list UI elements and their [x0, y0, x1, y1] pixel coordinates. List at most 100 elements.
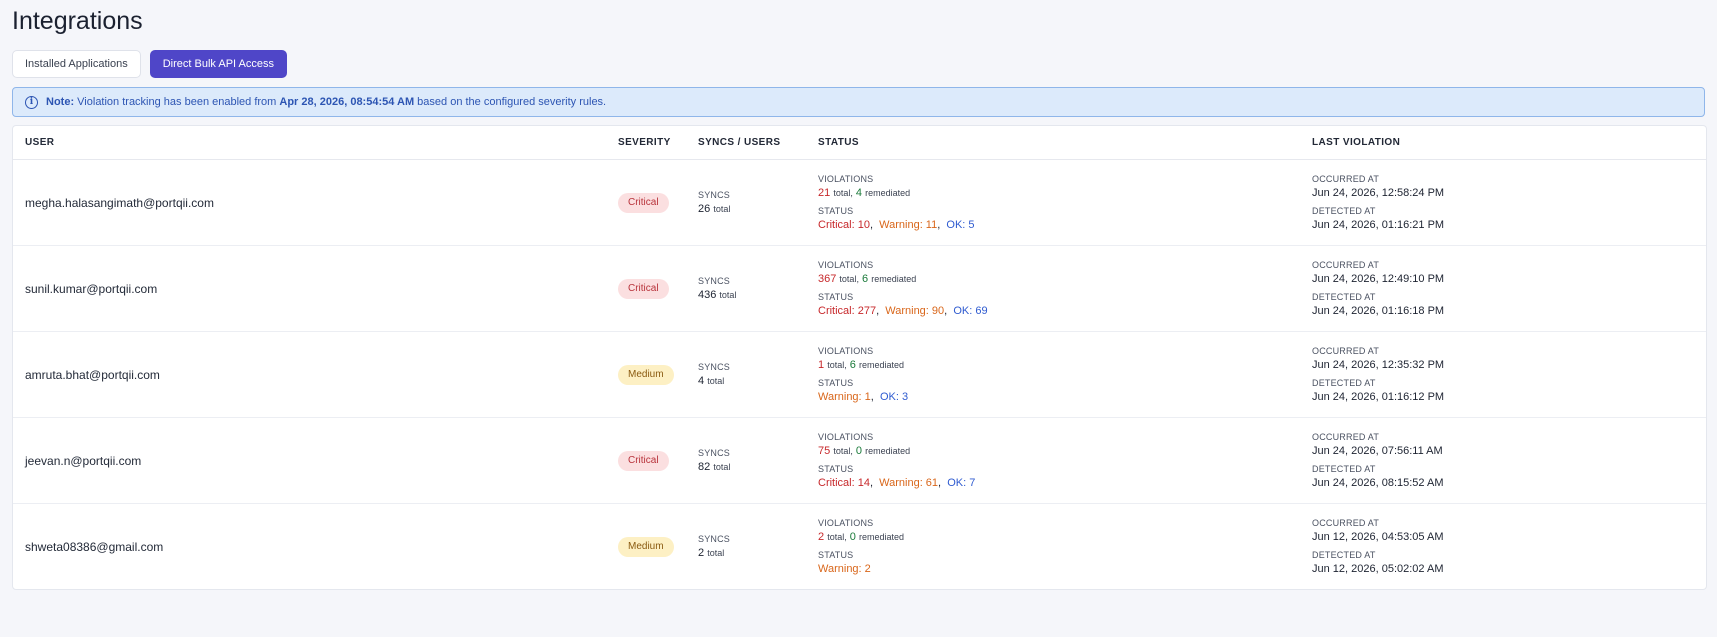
- occurred-at: Jun 24, 2026, 12:49:10 PM: [1312, 273, 1445, 285]
- syncs-cell: SYNCS 436 total: [698, 276, 818, 301]
- syncs-value: 26 total: [698, 203, 818, 215]
- severity-badge: Critical: [618, 193, 669, 213]
- syncs-value: 2 total: [698, 547, 818, 559]
- table-row[interactable]: sunil.kumar@portqii.com Critical SYNCS 4…: [13, 246, 1706, 332]
- violations-count: 75: [818, 445, 831, 457]
- violations-count: 21: [818, 187, 831, 199]
- occurred-label: OCCURRED AT: [1312, 432, 1380, 442]
- status-warning: Warning: 2: [818, 563, 871, 575]
- syncs-label: SYNCS: [698, 362, 731, 372]
- column-severity: SEVERITY: [618, 137, 671, 148]
- remediated-count: 6: [849, 359, 856, 371]
- note-banner: i Note: Violation tracking has been enab…: [12, 87, 1705, 117]
- severity-cell: Critical: [618, 278, 698, 299]
- violations-value: 1 total, 6 remediated: [818, 359, 904, 371]
- syncs-value: 436 total: [698, 289, 818, 301]
- syncs-count: 4: [698, 375, 705, 387]
- status-cell: VIOLATIONS 2 total, 0 remediated STATUS …: [818, 518, 1312, 575]
- severity-badge: Critical: [618, 279, 669, 299]
- status-breakdown: Warning: 1, OK: 3: [818, 391, 1312, 403]
- last-violation-cell: OCCURRED AT Jun 24, 2026, 12:58:24 PM DE…: [1312, 174, 1706, 231]
- detected-label: DETECTED AT: [1312, 206, 1376, 216]
- detected-label: DETECTED AT: [1312, 464, 1376, 474]
- occurred-at: Jun 24, 2026, 12:35:32 PM: [1312, 359, 1445, 371]
- status-block: STATUS Critical: 277, Warning: 90, OK: 6…: [818, 292, 1312, 317]
- syncs-total-label: total: [719, 290, 737, 300]
- remediated-label: remediated: [858, 360, 904, 370]
- detected-at: Jun 12, 2026, 05:02:02 AM: [1312, 563, 1444, 575]
- status-warning: Warning: 11: [879, 219, 938, 231]
- status-cell: VIOLATIONS 367 total, 6 remediated STATU…: [818, 260, 1312, 317]
- severity-badge: Critical: [618, 451, 669, 471]
- severity-badge: Medium: [618, 537, 674, 557]
- violations-block: VIOLATIONS 75 total, 0 remediated: [818, 432, 1312, 457]
- remediated-count: 0: [849, 531, 856, 543]
- occurred-label: OCCURRED AT: [1312, 260, 1380, 270]
- note-prefix: Note:: [46, 96, 75, 108]
- info-icon: i: [25, 95, 38, 109]
- syncs-cell: SYNCS 2 total: [698, 534, 818, 559]
- detected-at: Jun 24, 2026, 01:16:12 PM: [1312, 391, 1445, 403]
- severity-cell: Medium: [618, 536, 698, 557]
- detected-at: Jun 24, 2026, 01:16:21 PM: [1312, 219, 1445, 231]
- page-title: Integrations: [12, 7, 143, 35]
- detected-label: DETECTED AT: [1312, 378, 1376, 388]
- occurred-at: Jun 12, 2026, 04:53:05 AM: [1312, 531, 1444, 543]
- remediated-label: remediated: [871, 274, 917, 284]
- violations-value: 21 total, 4 remediated: [818, 187, 911, 199]
- syncs-label: SYNCS: [698, 448, 731, 458]
- syncs-total-label: total: [713, 462, 731, 472]
- table-row[interactable]: megha.halasangimath@portqii.com Critical…: [13, 160, 1706, 246]
- status-warning: Warning: 90: [885, 305, 945, 317]
- tab-direct-bulk-api-access[interactable]: Direct Bulk API Access: [149, 50, 287, 78]
- syncs-count: 436: [698, 289, 717, 301]
- violations-total-label: total: [839, 274, 857, 284]
- violations-block: VIOLATIONS 21 total, 4 remediated: [818, 174, 1312, 199]
- user-email: sunil.kumar@portqii.com: [25, 281, 158, 296]
- syncs-total-label: total: [707, 376, 725, 386]
- detected-block: DETECTED AT Jun 12, 2026, 05:02:02 AM: [1312, 550, 1706, 575]
- last-violation-cell: OCCURRED AT Jun 12, 2026, 04:53:05 AM DE…: [1312, 518, 1706, 575]
- user-email: amruta.bhat@portqii.com: [25, 367, 160, 382]
- user-email: megha.halasangimath@portqii.com: [25, 195, 214, 210]
- table-body: megha.halasangimath@portqii.com Critical…: [13, 160, 1706, 589]
- violations-label: VIOLATIONS: [818, 174, 874, 184]
- last-violation-cell: OCCURRED AT Jun 24, 2026, 12:35:32 PM DE…: [1312, 346, 1706, 403]
- syncs-label: SYNCS: [698, 276, 731, 286]
- separator: ,: [869, 219, 880, 231]
- table-row[interactable]: amruta.bhat@portqii.com Medium SYNCS 4 t…: [13, 332, 1706, 418]
- syncs-count: 26: [698, 203, 711, 215]
- detected-at: Jun 24, 2026, 08:15:52 AM: [1312, 477, 1444, 489]
- status-block: STATUS Critical: 10, Warning: 11, OK: 5: [818, 206, 1312, 231]
- status-ok: OK: 3: [879, 391, 909, 403]
- occurred-at: Jun 24, 2026, 07:56:11 AM: [1312, 445, 1443, 457]
- status-block: STATUS Warning: 1, OK: 3: [818, 378, 1312, 403]
- detected-block: DETECTED AT Jun 24, 2026, 01:16:21 PM: [1312, 206, 1706, 231]
- violations-block: VIOLATIONS 1 total, 6 remediated: [818, 346, 1312, 371]
- separator: ,: [869, 477, 880, 489]
- syncs-count: 2: [698, 547, 705, 559]
- syncs-total-label: total: [707, 548, 725, 558]
- separator: ,: [944, 305, 954, 317]
- separator: ,: [870, 391, 880, 403]
- table-row[interactable]: shweta08386@gmail.com Medium SYNCS 2 tot…: [13, 504, 1706, 589]
- user-email: shweta08386@gmail.com: [25, 539, 164, 554]
- violations-total-label: total: [827, 360, 845, 370]
- violations-value: 75 total, 0 remediated: [818, 445, 911, 457]
- status-breakdown: Critical: 10, Warning: 11, OK: 5: [818, 219, 1312, 231]
- tab-installed-applications[interactable]: Installed Applications: [12, 50, 141, 78]
- status-ok: OK: 7: [947, 477, 976, 489]
- syncs-value: 4 total: [698, 375, 818, 387]
- status-label: STATUS: [818, 464, 854, 474]
- table-row[interactable]: jeevan.n@portqii.com Critical SYNCS 82 t…: [13, 418, 1706, 504]
- severity-cell: Medium: [618, 364, 698, 385]
- separator: ,: [938, 477, 948, 489]
- note-date: Apr 28, 2026, 08:54:54 AM: [279, 96, 415, 108]
- status-warning: Warning: 61: [879, 477, 939, 489]
- occurred-label: OCCURRED AT: [1312, 174, 1380, 184]
- column-last-violation: LAST VIOLATION: [1312, 137, 1401, 148]
- syncs-cell: SYNCS 82 total: [698, 448, 818, 473]
- status-block: STATUS Warning: 2: [818, 550, 1312, 575]
- status-cell: VIOLATIONS 21 total, 4 remediated STATUS…: [818, 174, 1312, 231]
- violations-count: 2: [818, 531, 825, 543]
